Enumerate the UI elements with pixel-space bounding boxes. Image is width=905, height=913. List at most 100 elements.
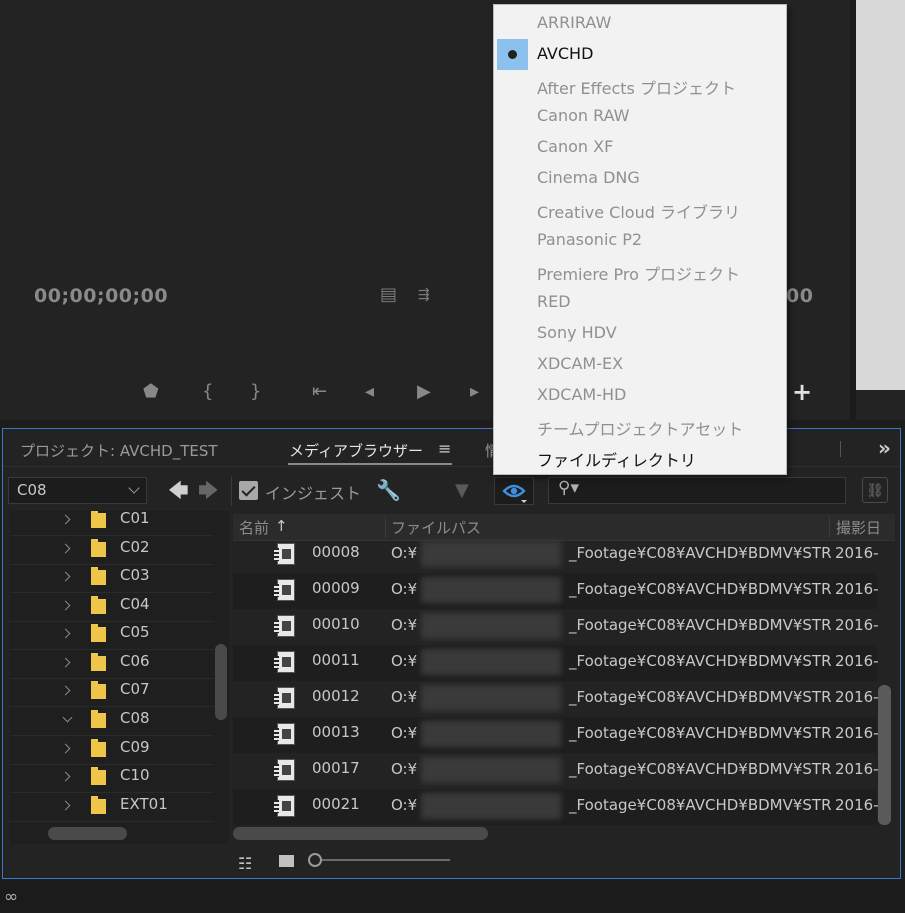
table-row[interactable]: 00008 O:¥ _Footage¥C08¥AVCHD¥BDMV¥STR 20… (233, 537, 879, 573)
chevron-right-icon[interactable] (60, 543, 71, 554)
chevron-right-icon[interactable] (60, 628, 71, 639)
timecode-current[interactable]: 00;00;00;00 (34, 285, 168, 307)
back-arrow-icon[interactable]: 🡄 (168, 477, 189, 503)
forward-arrow-icon[interactable]: 🡆 (198, 477, 219, 503)
tab-project[interactable]: プロジェクト: AVCHD_TEST (20, 440, 218, 461)
tree-vertical-scrollbar[interactable] (215, 644, 227, 720)
search-input[interactable] (548, 477, 846, 504)
menu-item-red[interactable]: RED (494, 287, 786, 318)
menu-item-avchd[interactable]: AVCHD (494, 39, 786, 70)
menu-item-xdcam-ex[interactable]: XDCAM-EX (494, 349, 786, 380)
filter-icon[interactable]: ▼ (455, 480, 469, 501)
zoom-slider-track[interactable] (322, 859, 450, 861)
menu-item-arriraw[interactable]: ARRIRAW (494, 8, 786, 39)
tree-item[interactable]: C10 (10, 764, 214, 793)
tree-item[interactable]: C06 (10, 650, 214, 679)
menu-item-sony-hdv[interactable]: Sony HDV (494, 318, 786, 349)
tree-item[interactable]: C01 (10, 511, 214, 536)
menu-item-after-effects[interactable]: After Effects プロジェクト (494, 70, 786, 101)
tree-item[interactable]: C05 (10, 621, 214, 650)
chevron-right-icon[interactable] (60, 600, 71, 611)
file-name: 00017 (312, 759, 360, 777)
menu-item-label: チームプロジェクトアセット (537, 420, 744, 439)
tree-item[interactable]: EXT01 (10, 793, 214, 822)
column-header-path[interactable]: ファイルパス (391, 517, 481, 538)
table-row[interactable]: 00012 O:¥ _Footage¥C08¥AVCHD¥BDMV¥STR 20… (233, 681, 879, 717)
location-dropdown[interactable]: C08 (8, 477, 147, 504)
marker-icon[interactable]: ⬟ (143, 380, 159, 404)
menu-item-premiere-project[interactable]: Premiere Pro プロジェクト (494, 256, 786, 287)
tree-item[interactable]: C09 (10, 736, 214, 765)
zoom-slider-handle[interactable] (308, 853, 322, 867)
add-button-icon[interactable]: + (792, 380, 812, 404)
list-vertical-scrollbar[interactable] (878, 685, 891, 825)
video-file-icon (274, 723, 295, 745)
toolbar-divider (231, 476, 232, 506)
menu-item-xdcam-hd[interactable]: XDCAM-HD (494, 380, 786, 411)
fast-forward-icon[interactable]: ⇶ (418, 286, 430, 304)
icon-view-icon[interactable] (279, 855, 294, 867)
panel-menu-icon[interactable]: ≡ (438, 439, 451, 458)
tree-item[interactable]: C03 (10, 564, 214, 593)
file-path-prefix: O:¥ (391, 796, 418, 814)
chevron-down-icon[interactable] (62, 712, 73, 723)
play-icon[interactable]: ▶ (417, 380, 431, 404)
menu-item-canon-xf[interactable]: Canon XF (494, 132, 786, 163)
tree-item-label: C09 (120, 738, 150, 756)
go-to-in-icon[interactable]: ⇤ (312, 380, 327, 404)
chevron-right-icon[interactable] (60, 800, 71, 811)
column-divider[interactable] (385, 516, 386, 538)
timecode-duration[interactable]: 00 (786, 285, 813, 307)
tree-item-selected[interactable]: C08 (10, 707, 214, 736)
wrench-icon[interactable]: 🔧 (376, 478, 401, 502)
creative-cloud-icon[interactable]: ∞ (4, 887, 26, 907)
view-filter-button[interactable] (494, 477, 534, 505)
file-path-suffix: _Footage¥C08¥AVCHD¥BDMV¥STR (569, 688, 832, 706)
link-media-icon[interactable]: ⛓ (862, 477, 888, 503)
table-row[interactable]: 00011 O:¥ _Footage¥C08¥AVCHD¥BDMV¥STR 20… (233, 645, 879, 681)
menu-item-cc-libraries[interactable]: Creative Cloud ライブラリ (494, 194, 786, 225)
step-back-icon[interactable]: ◂ (365, 380, 374, 404)
mark-out-icon[interactable]: } (250, 380, 261, 404)
tree-item[interactable]: C02 (10, 536, 214, 565)
menu-item-file-directory[interactable]: ファイルディレクトリ (494, 442, 786, 473)
tree-horizontal-scrollbar[interactable] (48, 827, 127, 840)
file-path-suffix: _Footage¥C08¥AVCHD¥BDMV¥STR (569, 760, 832, 778)
file-name: 00011 (312, 651, 360, 669)
shoot-date: 2016- (835, 580, 879, 598)
chevron-right-icon[interactable] (60, 685, 71, 696)
table-row[interactable]: 00010 O:¥ _Footage¥C08¥AVCHD¥BDMV¥STR 20… (233, 609, 879, 645)
redacted-path (421, 649, 561, 675)
column-header-name[interactable]: 名前 (239, 517, 269, 538)
menu-item-panasonic-p2[interactable]: Panasonic P2 (494, 225, 786, 256)
expand-tabs-icon[interactable]: » (878, 436, 891, 460)
column-divider[interactable] (829, 516, 830, 538)
list-horizontal-scrollbar[interactable] (233, 827, 488, 840)
menu-item-cinema-dng[interactable]: Cinema DNG (494, 163, 786, 194)
table-row[interactable]: 00013 O:¥ _Footage¥C08¥AVCHD¥BDMV¥STR 20… (233, 717, 879, 753)
film-strip-icon[interactable]: ▤ (380, 286, 397, 304)
tree-item-label: C10 (120, 766, 150, 784)
step-forward-icon[interactable]: ▸ (470, 380, 479, 404)
chevron-right-icon[interactable] (60, 571, 71, 582)
chevron-right-icon[interactable] (60, 657, 71, 668)
table-row[interactable]: 00017 O:¥ _Footage¥C08¥AVCHD¥BDMV¥STR 20… (233, 753, 879, 789)
menu-item-team-project-assets[interactable]: チームプロジェクトアセット (494, 411, 786, 442)
menu-item-canon-raw[interactable]: Canon RAW (494, 101, 786, 132)
chevron-right-icon[interactable] (60, 771, 71, 782)
column-header-date[interactable]: 撮影日 (836, 517, 881, 538)
tree-item[interactable]: C07 (10, 678, 214, 707)
tab-media-browser[interactable]: メディアブラウザー (289, 440, 423, 461)
chevron-right-icon[interactable] (60, 514, 71, 525)
ingest-checkbox[interactable] (239, 481, 258, 500)
sort-ascending-icon[interactable]: ↑ (275, 517, 288, 535)
mark-in-icon[interactable]: { (202, 380, 213, 404)
tree-item[interactable]: C04 (10, 593, 214, 622)
list-view-icon[interactable]: ☷ (238, 854, 252, 873)
tree-item-label: C08 (120, 709, 150, 727)
table-row[interactable]: 00021 O:¥ _Footage¥C08¥AVCHD¥BDMV¥STR 20… (233, 789, 879, 825)
table-row[interactable]: 00009 O:¥ _Footage¥C08¥AVCHD¥BDMV¥STR 20… (233, 573, 879, 609)
chevron-right-icon[interactable] (60, 743, 71, 754)
menu-item-label: AVCHD (537, 44, 594, 63)
redacted-path (421, 613, 561, 639)
